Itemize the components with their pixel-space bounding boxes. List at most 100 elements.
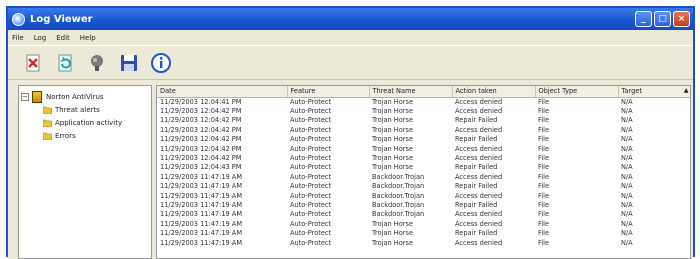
- table-row[interactable]: 11/29/2003 11:47:19 AM Auto-Protect Trojan…: [157, 219, 690, 228]
- table-cell: N/A: [621, 116, 633, 125]
- delete-log-icon[interactable]: [22, 52, 44, 74]
- table-cell: 11/29/2003 11:47:19 AM: [160, 238, 243, 247]
- filter-icon[interactable]: [86, 52, 108, 74]
- table-cell: File: [538, 163, 550, 172]
- tree-root[interactable]: − Norton AntiVirus: [21, 90, 149, 103]
- table-row[interactable]: 11/29/2003 12:04:42 PM Auto-Protect Trojan…: [157, 153, 690, 163]
- table-cell: 11/29/2003 11:47:19 AM: [160, 200, 243, 209]
- table-cell: Backdoor.Trojan: [372, 210, 425, 219]
- close-button[interactable]: ×: [673, 11, 690, 27]
- menu-file[interactable]: File: [12, 34, 24, 42]
- table-cell: Access denied: [455, 107, 503, 116]
- menu-log[interactable]: Log: [34, 34, 47, 42]
- table-cell: 11/29/2003 12:04:43 PM: [160, 163, 242, 172]
- collapse-icon[interactable]: −: [21, 92, 29, 101]
- tree-item-threat-alerts[interactable]: Threat alerts: [21, 103, 149, 116]
- table-cell: File: [538, 238, 550, 247]
- table-cell: 11/29/2003 12:04:42 PM: [160, 135, 242, 144]
- table-row[interactable]: 11/29/2003 12:04:42 PM Auto-Protect Trojan…: [157, 125, 690, 134]
- table-cell: Access denied: [455, 144, 503, 153]
- table-cell: Access denied: [455, 219, 503, 228]
- table-cell: Auto-Protect: [290, 172, 332, 181]
- table-cell: N/A: [621, 182, 633, 191]
- table-cell: 11/29/2003 11:47:19 AM: [160, 172, 243, 181]
- window-title: Log Viewer: [30, 13, 93, 25]
- table-cell: N/A: [621, 163, 633, 172]
- table-cell: Trojan Horse: [372, 219, 414, 228]
- menu-help[interactable]: Help: [80, 34, 96, 42]
- tree-item-application-activity[interactable]: Application activity: [21, 116, 149, 129]
- table-cell: Auto-Protect: [290, 97, 332, 106]
- table-cell: Auto-Protect: [290, 125, 332, 134]
- table-cell: Trojan Horse: [372, 116, 414, 125]
- table-cell: Repair Failed: [455, 116, 498, 125]
- table-cell: Repair Failed: [455, 135, 498, 144]
- table-cell: Auto-Protect: [290, 210, 332, 219]
- table-row[interactable]: 11/29/2003 11:47:19 AM Auto-Protect Trojan…: [157, 228, 690, 238]
- tree-item-errors[interactable]: Errors: [21, 129, 149, 142]
- table-cell: Auto-Protect: [290, 154, 332, 163]
- table-row[interactable]: 11/29/2003 11:47:19 AM Auto-Protect Backdo…: [157, 210, 690, 219]
- table-cell: Auto-Protect: [290, 135, 332, 144]
- table-row[interactable]: 11/29/2003 12:04:42 PM Auto-Protect Trojan…: [157, 106, 690, 116]
- table-cell: File: [538, 125, 550, 134]
- table-cell: N/A: [621, 107, 633, 116]
- table-cell: File: [538, 116, 550, 125]
- info-icon[interactable]: [150, 52, 172, 74]
- table-cell: Trojan Horse: [372, 154, 414, 163]
- menu-edit[interactable]: Edit: [56, 34, 70, 42]
- table-row[interactable]: 11/29/2003 12:04:42 PM Auto-Protect Trojan…: [157, 116, 690, 125]
- table-cell: 11/29/2003 12:04:42 PM: [160, 107, 242, 116]
- column-header-object-type[interactable]: Object Type: [535, 86, 619, 98]
- table-cell: N/A: [621, 97, 633, 106]
- table-row[interactable]: 11/29/2003 11:47:19 AM Auto-Protect Backdo…: [157, 182, 690, 191]
- tree-item-label: Application activity: [55, 118, 123, 127]
- table-row[interactable]: 11/29/2003 12:04:42 PM Auto-Protect Trojan…: [157, 135, 690, 144]
- tree-item-label: Threat alerts: [55, 105, 100, 114]
- table-row[interactable]: 11/29/2003 11:47:19 AM Auto-Protect Trojan…: [157, 238, 690, 247]
- table-cell: 11/29/2003 12:04:41 PM: [160, 97, 242, 106]
- table-cell: Access denied: [455, 97, 503, 106]
- column-header-feature[interactable]: Feature: [287, 86, 370, 98]
- folder-icon: [43, 119, 52, 127]
- table-cell: Backdoor.Trojan: [372, 172, 425, 181]
- table-cell: 11/29/2003 12:04:42 PM: [160, 125, 242, 134]
- table-row[interactable]: 11/29/2003 12:04:41 PM Auto-Protect Trojan…: [157, 97, 690, 106]
- minimize-button[interactable]: _: [635, 11, 652, 27]
- table-cell: 11/29/2003 12:04:42 PM: [160, 144, 242, 153]
- app-icon: [12, 12, 25, 26]
- toolbar: [8, 45, 693, 80]
- folder-icon: [43, 106, 52, 114]
- table-cell: N/A: [621, 172, 633, 181]
- table-cell: Trojan Horse: [372, 97, 414, 106]
- maximize-button[interactable]: □: [654, 11, 671, 27]
- column-header-threat-name[interactable]: Threat Name: [369, 86, 453, 98]
- table-cell: Access denied: [455, 210, 503, 219]
- table-cell: Trojan Horse: [372, 107, 414, 116]
- table-cell: Auto-Protect: [290, 219, 332, 228]
- table-cell: File: [538, 182, 550, 191]
- table-cell: File: [538, 154, 550, 163]
- log-category-tree[interactable]: − Norton AntiVirus Threat alerts Applica…: [18, 85, 152, 259]
- column-header-date[interactable]: Date: [157, 86, 288, 98]
- table-row[interactable]: 11/29/2003 11:47:19 AM Auto-Protect Backdo…: [157, 200, 690, 209]
- table-cell: Access denied: [455, 125, 503, 134]
- table-row[interactable]: 11/29/2003 12:04:42 PM Auto-Protect Trojan…: [157, 144, 690, 153]
- log-viewer-window: Log Viewer _ □ × File Log Edit Help − No…: [6, 6, 695, 259]
- table-row[interactable]: 11/29/2003 11:47:19 AM Auto-Protect Backdo…: [157, 172, 690, 181]
- column-header-target[interactable]: Target ▲: [618, 86, 690, 98]
- title-bar[interactable]: Log Viewer _ □ ×: [8, 8, 693, 30]
- log-list-view[interactable]: Date Feature Threat Name Action taken Ob…: [156, 85, 691, 259]
- column-header-action-taken[interactable]: Action taken: [452, 86, 536, 98]
- log-table: Date Feature Threat Name Action taken Ob…: [157, 86, 690, 247]
- refresh-icon[interactable]: [54, 52, 76, 74]
- table-row[interactable]: 11/29/2003 12:04:43 PM Auto-Protect Trojan…: [157, 163, 690, 172]
- table-cell: File: [538, 229, 550, 238]
- table-row[interactable]: 11/29/2003 11:47:19 AM Auto-Protect Backdo…: [157, 191, 690, 200]
- table-cell: Trojan Horse: [372, 125, 414, 134]
- table-cell: N/A: [621, 238, 633, 247]
- table-cell: File: [538, 172, 550, 181]
- save-icon[interactable]: [118, 52, 140, 74]
- table-cell: Trojan Horse: [372, 238, 414, 247]
- table-cell: Repair Failed: [455, 200, 498, 209]
